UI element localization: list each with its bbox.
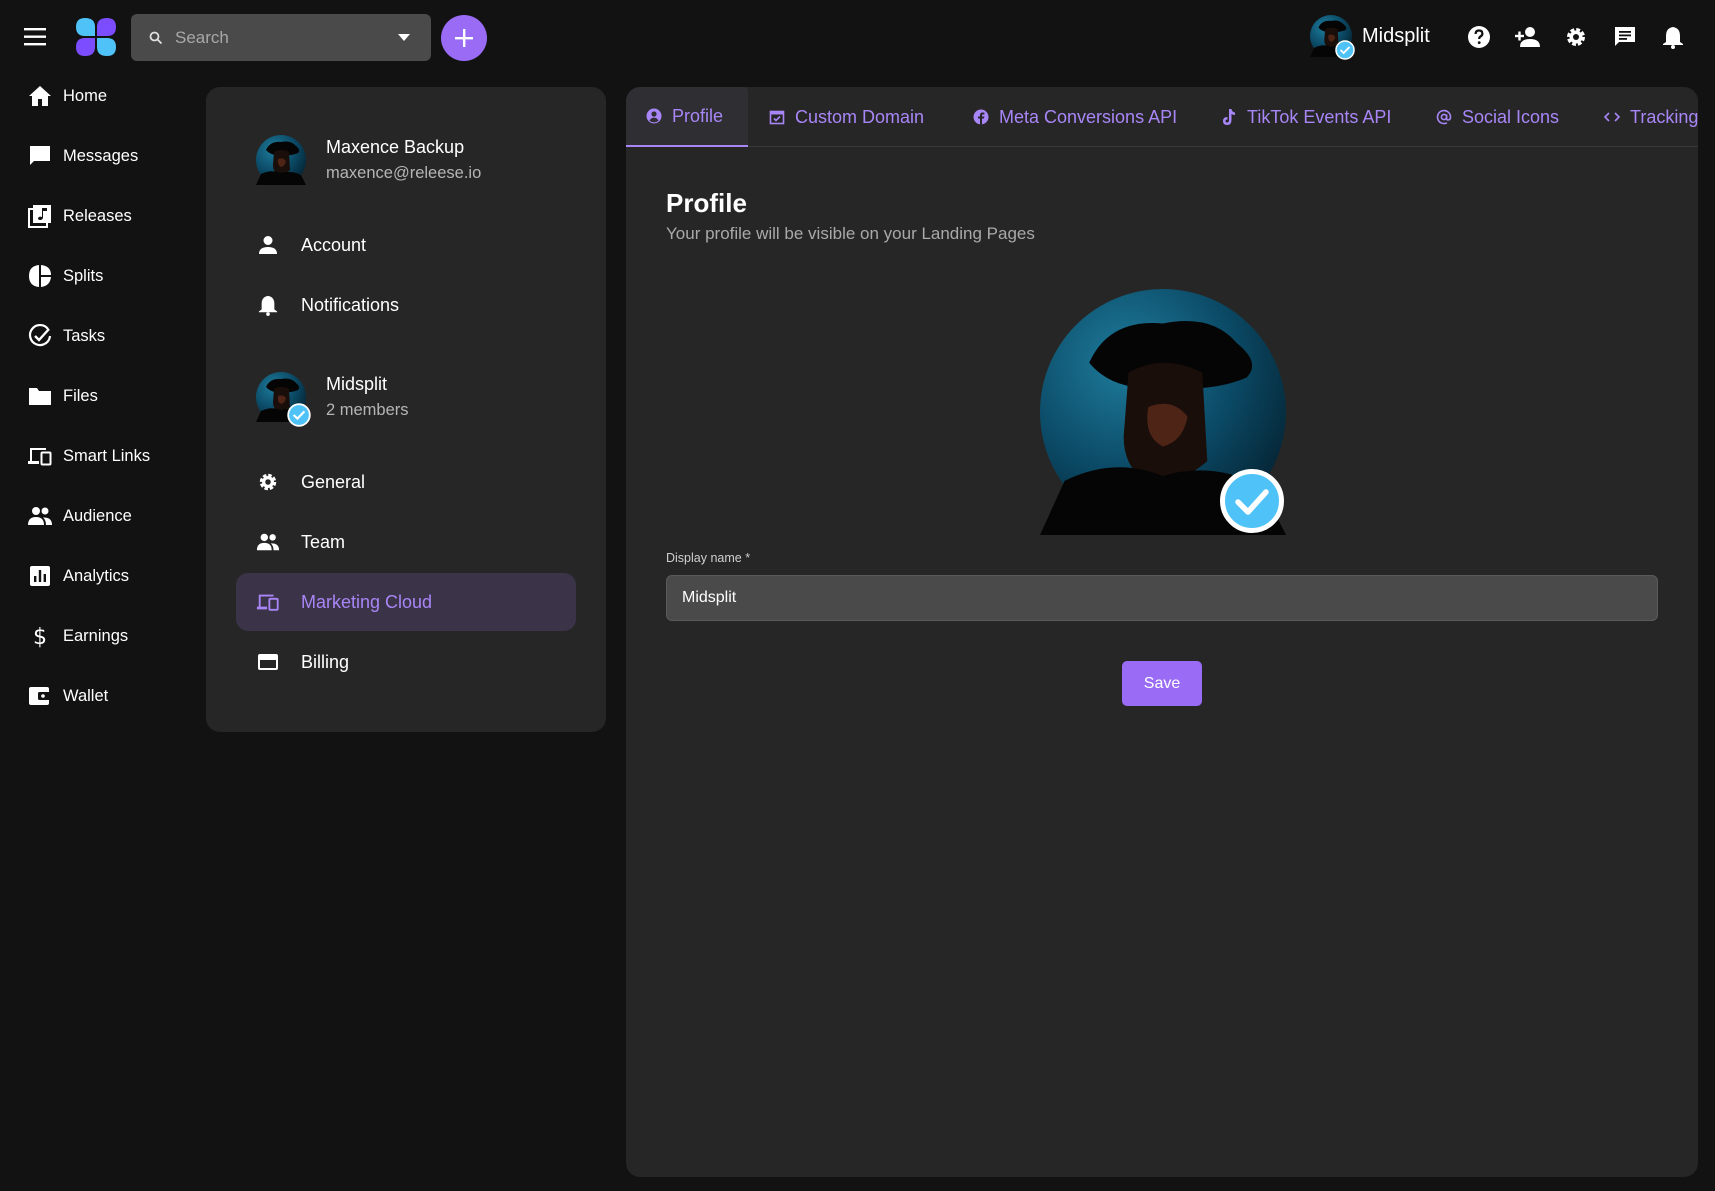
help-icon[interactable] [1464,22,1494,52]
nav-item-analytics[interactable]: Analytics [0,554,190,598]
bell-icon [256,293,280,317]
folder-icon [27,383,53,409]
dollar-icon: $ [27,623,53,649]
chevron-down-icon[interactable] [397,33,411,42]
analytics-icon [27,563,53,589]
people-icon [27,503,53,529]
nav-item-tasks[interactable]: Tasks [0,314,190,358]
tab-meta-conversions-api[interactable]: Meta Conversions API [973,87,1177,147]
settings-item-marketing-cloud[interactable]: Marketing Cloud [236,573,576,631]
code-icon [1604,109,1620,125]
at-icon [1436,109,1452,125]
add-button[interactable] [441,15,487,61]
save-button[interactable]: Save [1122,661,1202,706]
calendar-check-icon [769,109,785,125]
messages-icon [27,143,53,169]
user-name: Midsplit [1362,24,1430,47]
tab-profile[interactable]: Profile [626,87,748,147]
home-icon [27,83,53,109]
add-user-icon[interactable] [1513,22,1543,52]
nav-item-splits[interactable]: Splits [0,254,190,298]
account-email: maxence@releese.io [326,164,482,182]
team-members: 2 members [326,401,409,419]
nav-item-smart-links[interactable]: Smart Links [0,434,190,478]
user-menu[interactable]: Midsplit [1310,15,1430,60]
top-actions [1464,22,1707,52]
nav-item-messages[interactable]: Messages [0,134,190,178]
avatar [1310,15,1355,60]
nav-item-wallet[interactable]: Wallet [0,674,190,718]
top-bar: Midsplit [0,0,1715,74]
bell-icon[interactable] [1658,22,1688,52]
team-name: Midsplit [326,374,388,394]
main-panel: Profile Custom Domain Meta Conversions A… [626,87,1698,1177]
display-name-label: Display name * [666,551,751,565]
team-profile[interactable]: Midsplit 2 members [256,371,409,427]
verified-icon [287,403,311,427]
person-icon [256,233,280,257]
search-input[interactable] [175,22,375,53]
people-icon [256,530,280,554]
avatar [256,372,311,427]
page-title: Profile [666,188,747,218]
tab-bar: Profile Custom Domain Meta Conversions A… [626,87,1698,147]
app-logo[interactable] [74,16,118,58]
settings-panel: Maxence Backup maxence@releese.io Accoun… [206,87,606,732]
verified-icon [1220,469,1284,533]
splits-icon [27,263,53,289]
devices-icon [27,443,53,469]
gear-icon [256,470,280,494]
tab-tracking[interactable]: Tracking [1604,87,1698,147]
plus-icon [455,29,473,47]
devices-icon [256,590,280,614]
tiktok-icon [1221,109,1237,125]
avatar [256,135,306,185]
settings-item-billing[interactable]: Billing [236,633,576,691]
facebook-icon [973,109,989,125]
display-name-input[interactable] [666,575,1658,621]
nav-item-files[interactable]: Files [0,374,190,418]
page-subtitle: Your profile will be visible on your Lan… [666,224,1035,243]
profile-icon [646,108,662,124]
chat-icon[interactable] [1610,22,1640,52]
nav-item-earnings[interactable]: $ Earnings [0,614,190,658]
settings-item-account[interactable]: Account [236,216,576,274]
verified-icon [1335,40,1355,60]
releases-icon [27,203,53,229]
settings-item-general[interactable]: General [236,453,576,511]
nav-item-audience[interactable]: Audience [0,494,190,538]
account-profile[interactable]: Maxence Backup maxence@releese.io [256,134,481,186]
gear-icon[interactable] [1561,22,1591,52]
svg-text:$: $ [33,625,47,648]
search-bar[interactable] [131,14,431,61]
wallet-icon [27,683,53,709]
menu-icon[interactable] [22,24,50,50]
settings-item-notifications[interactable]: Notifications [236,276,576,334]
tab-social-icons[interactable]: Social Icons [1436,87,1559,147]
account-name: Maxence Backup [326,137,465,157]
credit-card-icon [256,650,280,674]
tab-tiktok-events-api[interactable]: TikTok Events API [1221,87,1391,147]
settings-item-team[interactable]: Team [236,513,576,571]
nav-item-home[interactable]: Home [0,74,190,118]
nav-item-releases[interactable]: Releases [0,194,190,238]
search-icon [149,31,163,44]
tasks-icon [27,323,53,349]
tab-custom-domain[interactable]: Custom Domain [769,87,924,147]
